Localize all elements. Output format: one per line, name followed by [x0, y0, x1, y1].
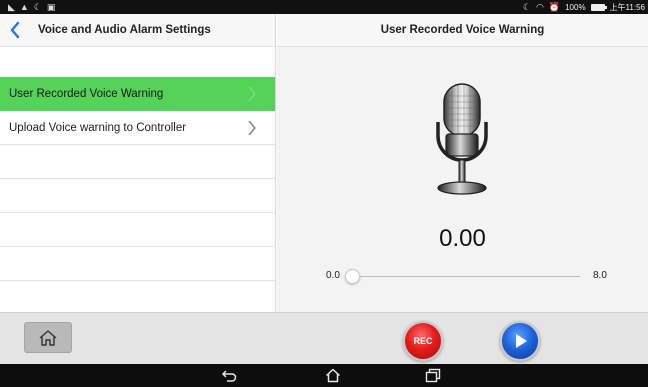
battery-icon [590, 3, 607, 11]
sidebar-title: Voice and Audio Alarm Settings [38, 24, 211, 36]
moon-icon: ☾ [522, 2, 532, 12]
recording-timer: 0.00 [439, 225, 486, 252]
image-icon: ▣ [46, 2, 56, 12]
menu-item-upload-voice-warning[interactable]: Upload Voice warning to Controller [0, 111, 275, 145]
home-icon [39, 329, 57, 346]
empty-row [0, 145, 275, 179]
back-icon [221, 369, 237, 382]
slider-thumb[interactable] [344, 269, 360, 284]
menu-item-label: User Recorded Voice Warning [9, 87, 164, 100]
settings-menu: User Recorded Voice Warning Upload Voice… [0, 77, 275, 281]
chevron-right-icon [248, 85, 257, 102]
clock: 上午11:56 [609, 2, 645, 12]
menu-item-label: Upload Voice warning to Controller [9, 121, 187, 134]
microphone-icon [436, 83, 488, 195]
moon-icon: ☾ [33, 2, 42, 12]
signal-icon: ◣ [8, 2, 15, 12]
alarm-icon: ⏰ [548, 2, 561, 12]
status-right: ☾ ◠ ⏰ 100% 上午11:56 [523, 0, 645, 14]
sidebar-header: Voice and Audio Alarm Settings [0, 14, 275, 47]
wifi-icon: ◠ [536, 2, 544, 12]
screen: ◣ ▲ ☾ ▣ ☾ ◠ ⏰ 100% 上午11:56 Voice and Aud… [0, 0, 648, 387]
slider-min-label: 0.0 [326, 270, 340, 281]
recording-panel: User Recorded Voice Warning 0.00 0.0 8.0 [277, 14, 648, 312]
status-left: ◣ ▲ ☾ ▣ [8, 0, 55, 14]
home-button[interactable] [24, 322, 72, 353]
home-icon [325, 368, 341, 383]
bottom-toolbar: REC [0, 312, 648, 364]
back-button[interactable] [0, 14, 30, 47]
play-button[interactable] [500, 321, 540, 361]
battery-percent: 100% [565, 2, 586, 12]
settings-sidebar: Voice and Audio Alarm Settings User Reco… [0, 14, 276, 312]
slider-max-label: 8.0 [593, 270, 607, 281]
menu-item-user-recorded-voice-warning[interactable]: User Recorded Voice Warning [0, 77, 275, 111]
playback-slider: 0.0 8.0 [277, 268, 648, 284]
panel-title: User Recorded Voice Warning [277, 14, 648, 47]
nav-back-button[interactable] [220, 367, 238, 384]
chevron-right-icon [248, 119, 257, 136]
nav-home-button[interactable] [324, 367, 342, 384]
empty-row [0, 213, 275, 247]
nav-recents-button[interactable] [424, 367, 442, 384]
slider-track[interactable] [348, 276, 580, 277]
record-button[interactable]: REC [403, 321, 443, 361]
empty-row [0, 247, 275, 281]
empty-row [0, 179, 275, 213]
recents-icon [425, 368, 441, 383]
warning-icon: ▲ [19, 2, 29, 12]
android-nav-bar [0, 364, 648, 387]
chevron-left-icon [10, 22, 20, 38]
status-bar: ◣ ▲ ☾ ▣ ☾ ◠ ⏰ 100% 上午11:56 [0, 0, 648, 14]
record-label: REC [413, 336, 433, 346]
play-icon [516, 334, 527, 348]
